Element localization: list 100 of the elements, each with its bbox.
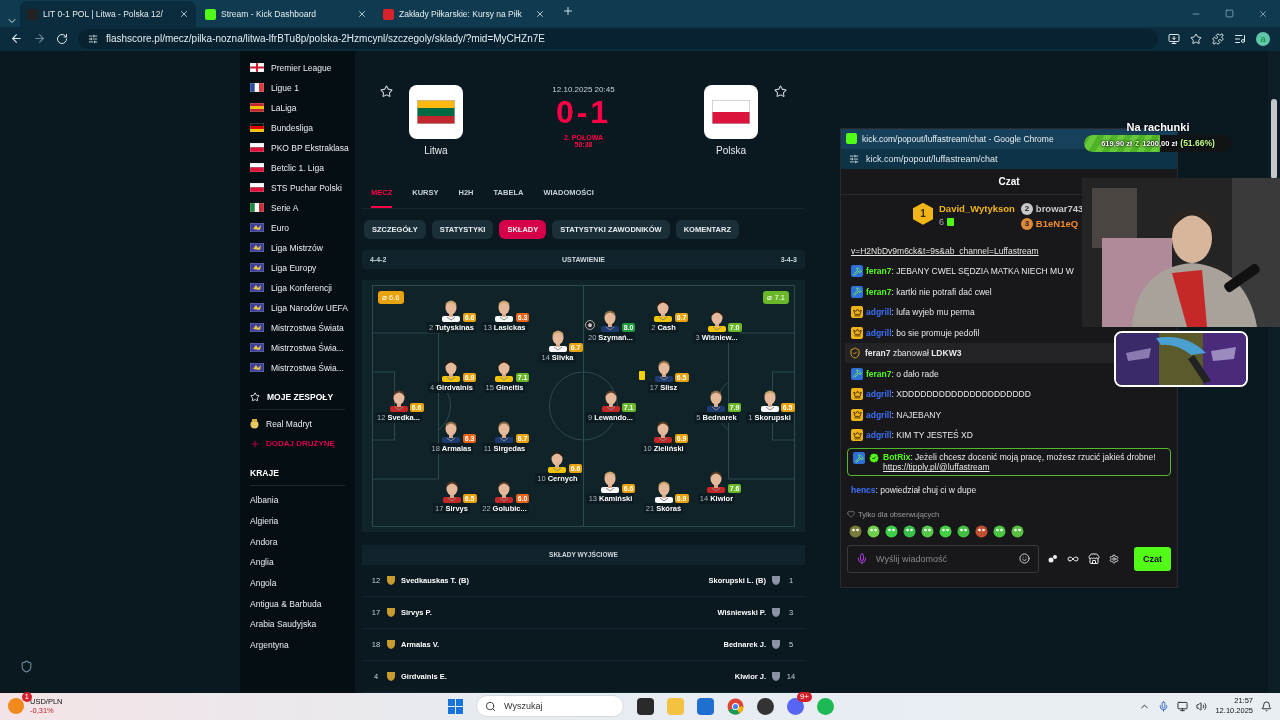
extensions-icon[interactable] [1212,33,1224,45]
flag-icon [250,223,264,233]
heart-icon [847,510,855,519]
league-link[interactable]: LaLiga [240,97,355,118]
media-icon[interactable] [1234,33,1246,45]
rank-badge: 1 [913,202,933,225]
new-tab-icon[interactable] [562,5,574,18]
favorite-icon[interactable] [774,84,787,98]
flag-icon [250,363,264,373]
send-button[interactable]: Czat [1134,546,1171,571]
country-link[interactable]: Antigua & Barbuda [240,593,355,614]
search-box[interactable]: Wyszukaj [476,695,624,718]
team-link[interactable]: Real Madryt [240,413,355,434]
league-link[interactable]: Premier League [240,57,355,78]
browser-tab[interactable]: Stream - Kick Dashboard [198,1,374,28]
favorite-icon[interactable] [380,84,393,98]
emote-icon[interactable] [921,524,934,538]
message-box[interactable]: Wyślij wiadomość [847,544,1039,573]
emote-icon[interactable] [885,524,898,538]
emote-icon[interactable] [957,524,970,538]
browser-tab[interactable]: LIT 0-1 POL | Litwa - Polska 12/ [20,1,196,28]
star-icon[interactable] [1190,33,1202,45]
chat-message: feran7: JEBANY CWEL SĘDZIA MATKA NIECH MU W [866,266,1074,277]
emote-icon[interactable] [975,524,988,538]
start-icon[interactable] [448,698,463,714]
league-link[interactable]: STS Puchar Polski [240,177,355,198]
flag-icon [417,99,455,124]
search-field[interactable]: Wyszukaj [502,700,602,713]
close-icon[interactable] [357,9,367,20]
league-link[interactable]: Liga Narodów UEFA [240,297,355,318]
country-link[interactable]: Angola [240,572,355,594]
chat-message: adgrill: bo sie promuje pedofil [866,327,980,338]
mic-icon[interactable] [1158,700,1170,712]
chat-message: adgrill: NAJEBANY [866,409,942,420]
shield-icon[interactable] [20,659,33,673]
close-icon[interactable] [535,9,545,20]
group-icon[interactable] [1048,553,1058,564]
league-link[interactable]: Bundesliga [240,117,355,138]
league-link[interactable]: Mistrzostwa Świata [240,317,355,338]
flag-icon [250,103,264,113]
country-link[interactable]: Algieria [240,510,355,532]
league-link[interactable]: Liga Mistrzów [240,237,355,258]
reload-icon[interactable] [56,33,68,45]
chat-link[interactable]: v=H2NbDv9m6ck&t=9s&ab_channel=Luffastream [845,242,1045,261]
rank-badge: 2 [1020,202,1033,215]
emote-icon[interactable] [903,524,916,538]
country-link[interactable]: Andora [240,531,355,552]
league-link[interactable]: Mistrzostwa Świa... [240,337,355,358]
chat-link[interactable]: https://tipply.pl/@luffastream [883,462,990,473]
league-link[interactable]: Ligue 1 [240,77,355,98]
browser-tab[interactable]: Zakłady Piłkarskie: Kursy na Piłk [376,1,552,28]
country-link[interactable]: Albania [240,489,355,511]
league-link[interactable]: Mistrzostwa Świa... [240,357,355,378]
emoji-icon[interactable] [1019,553,1030,565]
display-icon[interactable] [1177,700,1189,712]
match-score: 0-1 [555,93,612,130]
emote-icon[interactable] [939,524,952,538]
league-link[interactable]: Liga Konferencji [240,277,355,298]
emote-icon[interactable] [849,524,862,538]
scrollbar-thumb[interactable] [1271,98,1277,179]
league-link[interactable]: Liga Europy [240,257,355,278]
flag-icon [250,183,264,193]
country-link[interactable]: Arabia Saudyjska [240,613,355,635]
league-link[interactable]: PKO BP Ekstraklasa [240,137,355,158]
close-icon[interactable] [1258,8,1268,19]
team-logo[interactable] [409,84,463,139]
league-link[interactable]: Serie A [240,197,355,218]
address-bar[interactable]: flashscore.pl/mecz/pilka-nozna/litwa-lfrBTu8p/polska-2Hzmcynl/szczegoly/sklady/?mid=MyCHZn7E [78,29,1158,49]
emote-icon[interactable] [1011,524,1024,538]
emote-icon[interactable] [867,524,880,538]
flag-icon [250,123,264,133]
team-name[interactable]: Polska [716,144,746,156]
country-link[interactable]: Argentyna [240,634,355,656]
flag-icon [250,83,264,93]
back-icon[interactable] [10,32,23,46]
flag-icon [250,243,264,253]
settings-icon[interactable] [1109,553,1119,564]
maximize-icon[interactable] [1225,9,1234,19]
volume-icon[interactable] [1196,700,1208,712]
discord-icon[interactable] [787,697,804,715]
bell-icon[interactable] [1261,700,1272,712]
emote-icon[interactable] [993,524,1006,538]
chrome-icon[interactable] [727,697,744,715]
install-icon[interactable] [1168,33,1180,45]
team-logo[interactable] [704,84,758,139]
app-icon[interactable] [757,697,774,715]
message-field[interactable]: Wyślij wiadomość [874,552,1013,565]
add-team-link[interactable]: DODAJ DRUŻYNĘ [240,433,355,454]
forward-icon[interactable] [33,32,46,46]
club-icon [771,639,781,650]
flag-icon [250,163,264,173]
section-title: MOJE ZESPOŁY [267,392,334,403]
league-link[interactable]: Euro [240,217,355,238]
country-link[interactable]: Anglia [240,551,355,573]
team-name[interactable]: Litwa [424,144,448,156]
crest-icon [250,418,259,429]
ban-message: feran7 zbanował LDKW3 [865,348,962,359]
league-link[interactable]: Betclic 1. Liga [240,157,355,178]
close-icon[interactable] [179,9,189,20]
club-icon [386,607,396,618]
